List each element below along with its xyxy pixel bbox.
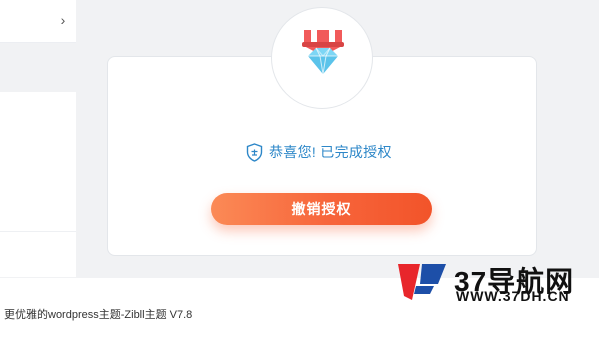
authorization-status: 恭喜您! 已完成授权 <box>246 142 392 162</box>
status-text: 恭喜您! 已完成授权 <box>269 144 392 160</box>
site-logo-icon <box>398 264 446 300</box>
shield-check-icon <box>246 142 263 162</box>
authorization-badge <box>271 7 373 109</box>
sidebar-menu-item[interactable]: › <box>0 0 76 43</box>
chevron-right-icon: › <box>60 12 66 28</box>
footer-text: 更优雅的wordpress主题-Zibll主题 V7.8 <box>4 309 193 321</box>
sidebar-panel <box>0 92 76 277</box>
page: › 恭喜您! 已完成授权 撤销授权 更优雅的wordpress主题-Zibll主… <box>0 0 599 337</box>
watermark-logo: 37导航网 WWW.37DH.CN <box>394 258 599 308</box>
diamond-medal-icon <box>302 30 344 75</box>
watermark-url: WWW.37DH.CN <box>456 288 570 304</box>
divider <box>0 231 76 232</box>
revoke-authorization-button[interactable]: 撤销授权 <box>211 193 432 225</box>
